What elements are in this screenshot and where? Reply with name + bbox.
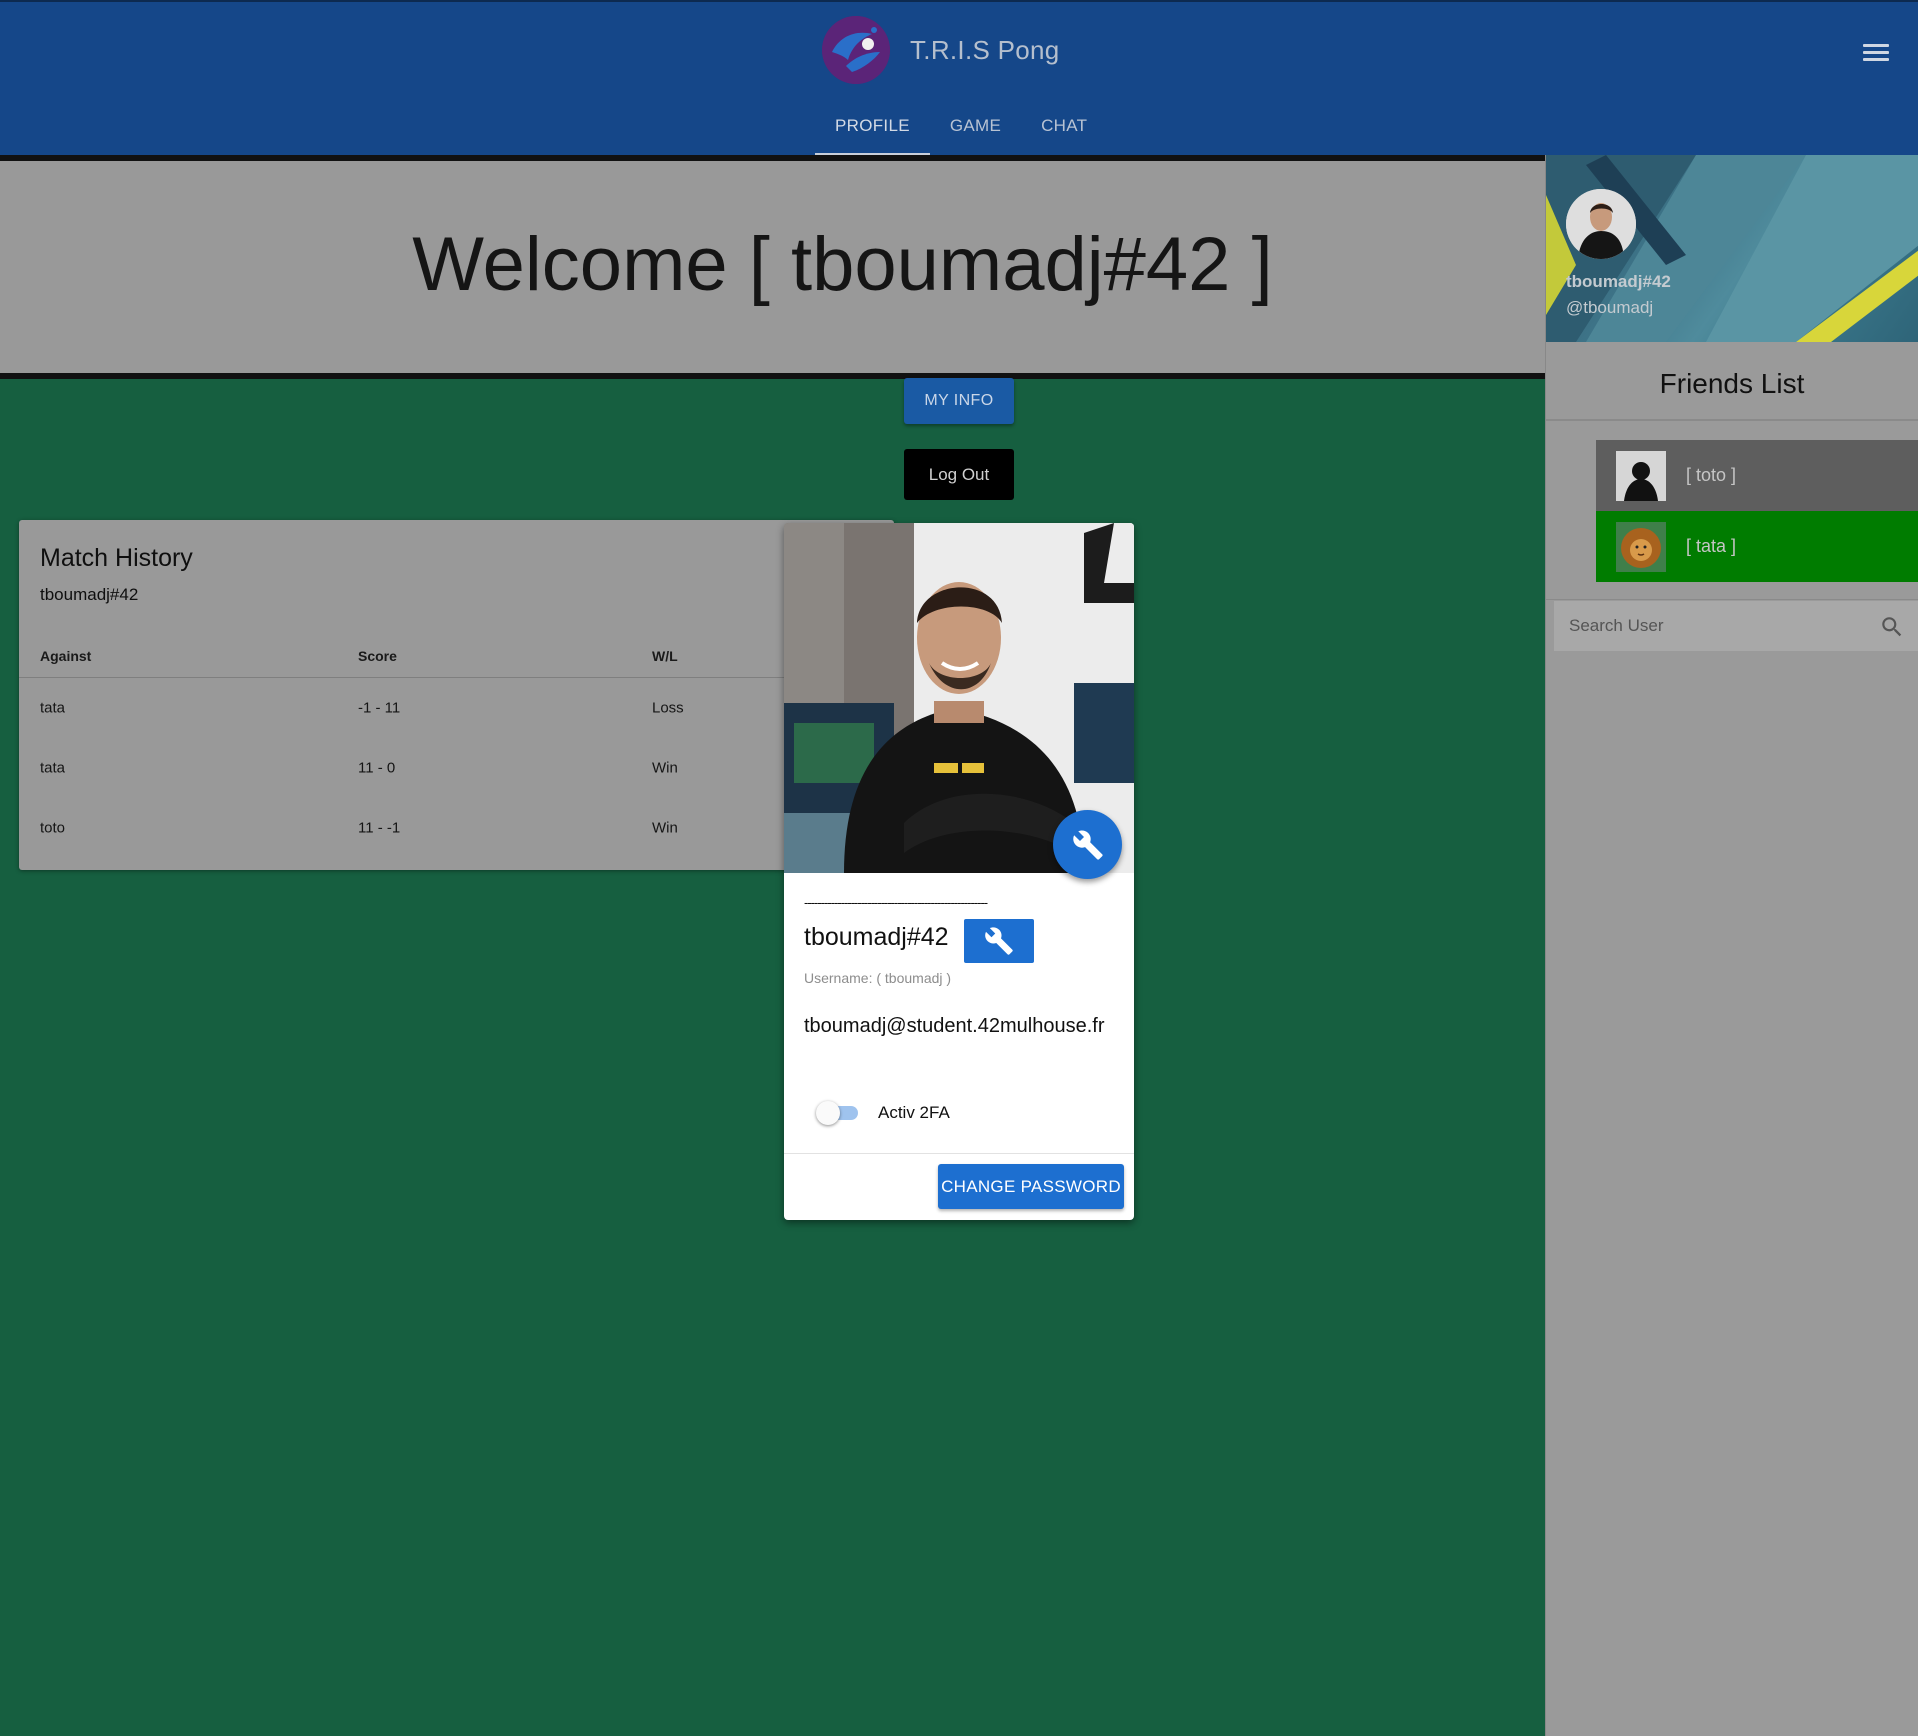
table-row: toto 11 - -1 Win: [19, 798, 894, 858]
column-header-result: W/L: [652, 648, 678, 664]
drawer-user-handle: @tboumadj: [1566, 298, 1654, 317]
edit-name-button[interactable]: [964, 919, 1034, 963]
profile-card: ----------------------------------------…: [784, 523, 1134, 1220]
cell-result: Win: [652, 759, 678, 777]
friend-item-toto[interactable]: [ toto ]: [1596, 440, 1918, 511]
welcome-banner: Welcome [ tboumadj#42 ]: [0, 155, 1545, 379]
profile-username: Username: ( tboumadj ): [804, 970, 952, 986]
friends-list-title: Friends List: [1659, 368, 1805, 399]
avatar: [1616, 521, 1666, 572]
app-bar: T.R.I.S Pong PROFILE GAME CHAT: [0, 0, 1918, 156]
table-row: tata -1 - 11 Loss: [19, 678, 894, 738]
my-info-button[interactable]: MY INFO: [904, 378, 1014, 424]
welcome-heading: Welcome [ tboumadj#42 ]: [412, 222, 1273, 307]
cell-result: Win: [652, 819, 678, 837]
match-history-title: Match History: [40, 544, 193, 572]
edit-photo-button[interactable]: [1053, 810, 1122, 879]
separator: ----------------------------------------…: [804, 895, 988, 910]
card-divider: [784, 1153, 1134, 1154]
drawer-header: tboumadj#42 @tboumadj: [1546, 155, 1918, 342]
cell-score: 11 - 0: [358, 759, 396, 777]
divider: [1546, 419, 1918, 421]
friend-item-tata[interactable]: [ tata ]: [1596, 511, 1918, 582]
cell-score: -1 - 11: [358, 699, 401, 717]
log-out-button[interactable]: Log Out: [904, 449, 1014, 500]
wrench-icon: [985, 927, 1013, 955]
profile-display-name: tboumadj#42: [804, 923, 949, 951]
avatar: [1616, 450, 1666, 501]
tab-game[interactable]: GAME: [930, 104, 1021, 156]
column-header-score: Score: [358, 648, 397, 664]
twofa-label: Activ 2FA: [878, 1103, 950, 1122]
right-drawer: tboumadj#42 @tboumadj Friends List [ tot…: [1545, 155, 1918, 1736]
match-history-card: Match History tboumadj#42 Against Score …: [19, 520, 894, 870]
table-header: Against Score W/L: [19, 635, 894, 678]
search-icon[interactable]: [1879, 614, 1905, 640]
wrench-icon: [1072, 829, 1103, 860]
cell-against: tata: [40, 759, 66, 777]
twofa-toggle[interactable]: [816, 1098, 860, 1128]
nav-tabs: PROFILE GAME CHAT: [815, 104, 1107, 156]
avatar[interactable]: [1566, 189, 1636, 259]
brand[interactable]: T.R.I.S Pong: [822, 16, 1060, 84]
match-history-subtitle: tboumadj#42: [40, 585, 139, 604]
app-title: T.R.I.S Pong: [910, 34, 1060, 65]
search-user-field: [1554, 601, 1918, 651]
tab-profile[interactable]: PROFILE: [815, 104, 930, 156]
friend-name: [ toto ]: [1686, 465, 1737, 485]
column-header-against: Against: [40, 648, 92, 664]
friend-name: [ tata ]: [1686, 536, 1737, 556]
pong-logo-icon: [822, 16, 890, 84]
change-password-button[interactable]: CHANGE PASSWORD: [938, 1164, 1124, 1209]
cell-against: toto: [40, 819, 66, 837]
hamburger-menu-icon[interactable]: [1860, 40, 1892, 66]
drawer-user-name: tboumadj#42: [1566, 272, 1671, 291]
cell-result: Loss: [652, 699, 684, 717]
profile-email: tboumadj@student.42mulhouse.fr: [804, 1015, 1105, 1037]
tab-chat[interactable]: CHAT: [1021, 104, 1107, 156]
match-history-table: Against Score W/L tata -1 - 11 Loss tata…: [19, 635, 894, 858]
divider: [1546, 599, 1918, 600]
table-row: tata 11 - 0 Win: [19, 738, 894, 798]
search-input[interactable]: [1554, 601, 1864, 651]
cell-score: 11 - -1: [358, 819, 401, 837]
cell-against: tata: [40, 699, 66, 717]
